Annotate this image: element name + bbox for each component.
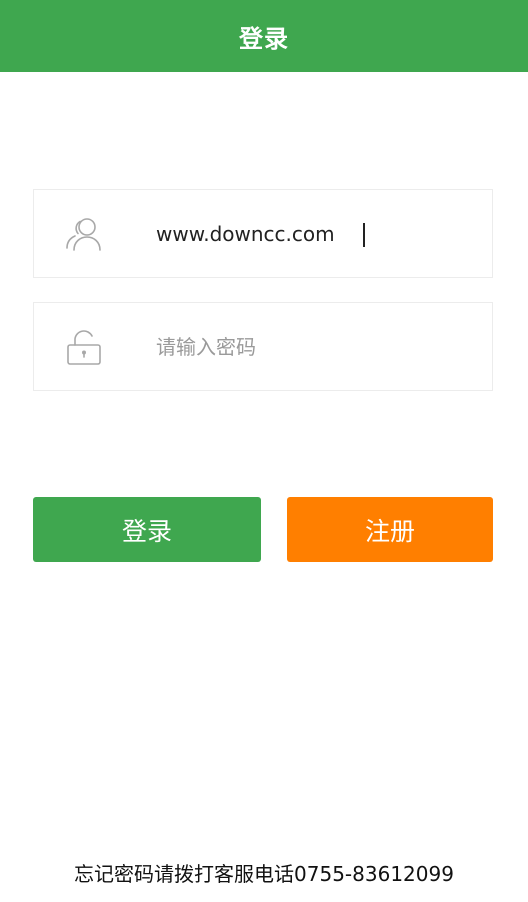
password-field[interactable] <box>33 302 493 391</box>
forgot-password-hint: 忘记密码请拨打客服电话0755-83612099 <box>74 862 454 886</box>
username-field[interactable] <box>33 189 493 278</box>
user-icon <box>64 214 104 254</box>
lock-icon <box>64 327 104 367</box>
username-input[interactable] <box>156 190 476 277</box>
login-screen: 登录 登录 注册 忘记密码请拨打客服电话0755-83612099 <box>0 0 528 902</box>
password-input[interactable] <box>156 303 476 390</box>
page-title: 登录 <box>239 24 289 53</box>
text-cursor <box>363 223 365 247</box>
login-button[interactable]: 登录 <box>33 497 261 562</box>
title-bar: 登录 <box>0 0 528 72</box>
register-button[interactable]: 注册 <box>287 497 493 562</box>
